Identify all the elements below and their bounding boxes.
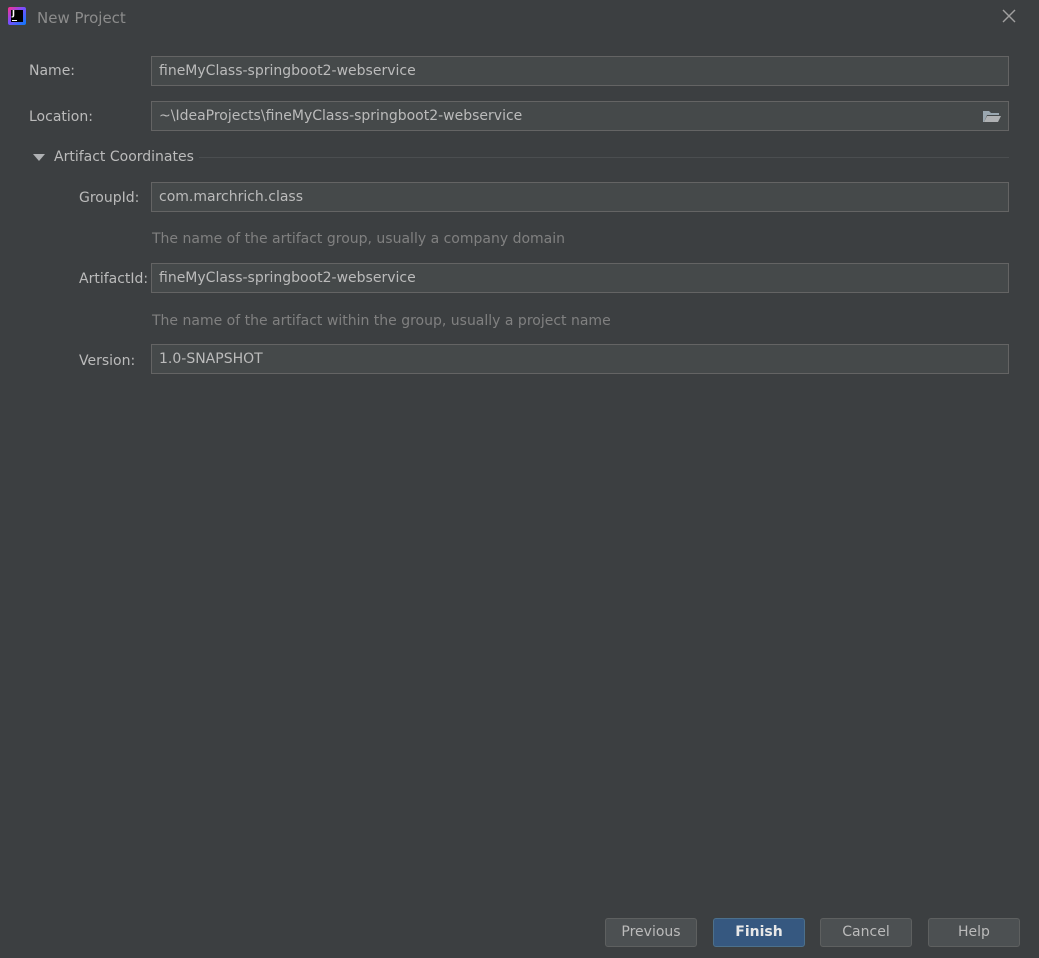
artifactid-input[interactable] [152, 264, 979, 292]
artifact-coordinates-title[interactable]: Artifact Coordinates [54, 148, 194, 166]
help-button[interactable]: Help [928, 918, 1020, 947]
name-input[interactable] [152, 57, 979, 85]
close-icon[interactable] [999, 6, 1019, 26]
groupid-hint: The name of the artifact group, usually … [152, 231, 565, 247]
cancel-button[interactable]: Cancel [820, 918, 912, 947]
location-field-box [151, 101, 1009, 131]
version-field-box [151, 344, 1009, 374]
folder-open-icon[interactable] [982, 108, 1002, 124]
intellij-app-icon: J [8, 7, 26, 25]
finish-button[interactable]: Finish [713, 918, 805, 947]
artifactid-field-box [151, 263, 1009, 293]
previous-button[interactable]: Previous [605, 918, 697, 947]
name-label: Name: [29, 63, 76, 79]
groupid-field-box [151, 182, 1009, 212]
artifactid-hint: The name of the artifact within the grou… [152, 313, 611, 329]
groupid-label: GroupId: [79, 190, 140, 206]
name-field-box [151, 56, 1009, 86]
version-label: Version: [79, 353, 136, 369]
title-bar: J New Project [0, 0, 1039, 36]
collapse-arrow-icon[interactable] [32, 150, 46, 164]
version-input[interactable] [152, 345, 979, 373]
section-divider [199, 157, 1009, 158]
groupid-input[interactable] [152, 183, 979, 211]
window-title: New Project [37, 9, 126, 27]
location-input[interactable] [152, 102, 979, 130]
location-label: Location: [29, 109, 93, 125]
artifactid-label: ArtifactId: [79, 271, 149, 287]
